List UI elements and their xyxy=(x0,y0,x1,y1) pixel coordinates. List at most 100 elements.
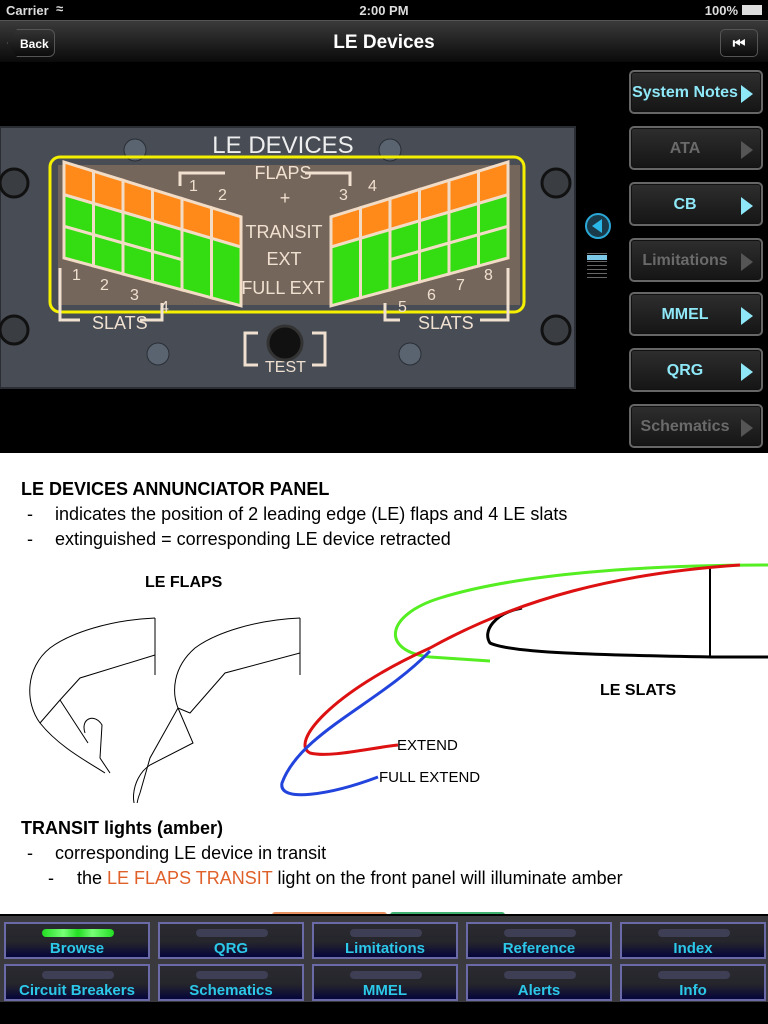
flap-number: 1 xyxy=(189,178,198,195)
le-slats-label: LE SLATS xyxy=(600,682,676,699)
le-flaps-drawing xyxy=(29,617,301,803)
annunciator-light xyxy=(151,249,184,292)
le-slats-drawing xyxy=(280,563,768,797)
tab-circuit-breakers[interactable]: Circuit Breakers xyxy=(4,964,150,1001)
tab-label: Info xyxy=(679,982,707,999)
annunciator-light xyxy=(121,241,154,284)
slat-number: 1 xyxy=(72,267,81,284)
annunciator-light xyxy=(359,227,392,300)
button-label: System Notes xyxy=(632,83,738,101)
full-extend-label: FULL EXTEND xyxy=(379,769,480,786)
tab-qrg[interactable]: QRG xyxy=(158,922,304,959)
tab-label: Browse xyxy=(49,940,105,957)
slat-number: 6 xyxy=(427,287,436,304)
navigation-bar: Back LE Devices ⏮ xyxy=(0,20,768,62)
transit-label: TRANSIT xyxy=(245,222,322,242)
clock: 2:00 PM xyxy=(359,3,409,18)
le-devices-panel: LE DEVICES FLAPS + TRANSIT EXT FULL EXT … xyxy=(0,126,576,389)
bullet-dash: - xyxy=(27,504,33,524)
play-arrow-icon xyxy=(741,197,753,215)
play-arrow-icon xyxy=(741,85,753,103)
page-title: LE Devices xyxy=(333,32,435,53)
tab-alerts[interactable]: Alerts xyxy=(466,964,612,1001)
side-menu-schematics-button[interactable]: Schematics xyxy=(629,404,763,448)
sub-bullet-text: the LE FLAPS TRANSIT light on the front … xyxy=(77,868,623,889)
tab-info[interactable]: Info xyxy=(620,964,766,1001)
chevron-left-icon xyxy=(592,219,602,233)
side-menu-mmel-button[interactable]: MMEL xyxy=(629,292,763,336)
slats-label-left: SLATS xyxy=(92,313,148,333)
tab-label: Circuit Breakers xyxy=(19,982,135,999)
slat-number: 4 xyxy=(160,299,169,316)
annunciator-light xyxy=(92,232,125,276)
tab-indicator xyxy=(196,971,268,979)
flap-number: 2 xyxy=(218,187,227,204)
slat-extend-curve xyxy=(303,563,741,756)
bullet-dash: - xyxy=(27,529,33,549)
side-menu-system-notes-button[interactable]: System Notes xyxy=(629,70,763,114)
tab-index[interactable]: Index xyxy=(620,922,766,959)
bullet-text: corresponding LE device in transit xyxy=(55,843,327,863)
tab-reference[interactable]: Reference xyxy=(466,922,612,959)
slat-retracted-curve xyxy=(393,563,768,663)
button-label: QRG xyxy=(666,361,704,379)
tab-label: Alerts xyxy=(517,982,561,999)
extend-label: EXTEND xyxy=(397,737,458,754)
button-label: Schematics xyxy=(640,417,730,435)
side-menu-cb-button[interactable]: CB xyxy=(629,182,763,226)
annunciator-light xyxy=(447,232,480,276)
tab-indicator xyxy=(350,971,422,979)
tab-indicator xyxy=(42,929,114,937)
tab-indicator xyxy=(658,929,730,937)
annunciator-light xyxy=(180,227,213,300)
side-menu-ata-button[interactable]: ATA xyxy=(629,126,763,170)
text-span: the xyxy=(77,868,108,888)
play-arrow-icon xyxy=(741,419,753,437)
slat-number: 5 xyxy=(398,299,407,316)
battery-icon xyxy=(742,5,762,15)
le-devices-diagram: LE FLAPS LE SLATS EXTEND FULL EXTEND xyxy=(29,563,768,803)
slat-number: 7 xyxy=(456,277,465,294)
bullet-dash: - xyxy=(27,843,33,863)
flap-number: 3 xyxy=(339,187,348,204)
annunciator-light xyxy=(388,249,421,292)
button-label: MMEL xyxy=(661,305,709,323)
page-indicator-current xyxy=(587,255,607,260)
page-indicator[interactable] xyxy=(587,250,607,278)
side-menu-qrg-button[interactable]: QRG xyxy=(629,348,763,392)
button-label: ATA xyxy=(669,139,701,157)
test-button[interactable] xyxy=(266,324,304,362)
play-arrow-icon xyxy=(741,363,753,381)
flaps-label: FLAPS xyxy=(254,163,311,183)
tab-indicator xyxy=(42,971,114,979)
tab-label: Schematics xyxy=(189,982,273,999)
test-label: TEST xyxy=(265,359,306,376)
tab-label: QRG xyxy=(213,940,249,957)
skip-to-start-button[interactable]: ⏮ xyxy=(720,29,758,57)
side-menu-limitations-button[interactable]: Limitations xyxy=(629,238,763,282)
tab-indicator xyxy=(504,971,576,979)
ext-label: EXT xyxy=(266,249,301,269)
button-label: Limitations xyxy=(642,251,728,269)
tab-limitations[interactable]: Limitations xyxy=(312,922,458,959)
tab-mmel[interactable]: MMEL xyxy=(312,964,458,1001)
tab-schematics[interactable]: Schematics xyxy=(158,964,304,1001)
le-flaps-label: LE FLAPS xyxy=(145,574,223,591)
play-arrow-icon xyxy=(741,253,753,271)
collapse-menu-button[interactable] xyxy=(585,213,611,239)
annunciator-light xyxy=(210,236,243,308)
annunciator-light xyxy=(418,241,451,284)
tab-indicator xyxy=(504,929,576,937)
highlighted-term: LE FLAPS TRANSIT xyxy=(107,868,273,888)
content-area: LE DEVICES ANNUNCIATOR PANEL - indicates… xyxy=(0,453,768,916)
tab-indicator xyxy=(350,929,422,937)
bullet-text: extinguished = corresponding LE device r… xyxy=(55,529,451,549)
tab-browse[interactable]: Browse xyxy=(4,922,150,959)
play-arrow-icon xyxy=(741,141,753,159)
annunciator-light xyxy=(62,224,95,268)
flap-number: 4 xyxy=(368,178,377,195)
button-label: CB xyxy=(673,195,697,213)
slat-number: 3 xyxy=(130,287,139,304)
full-ext-label: FULL EXT xyxy=(241,278,324,298)
tab-indicator xyxy=(196,929,268,937)
